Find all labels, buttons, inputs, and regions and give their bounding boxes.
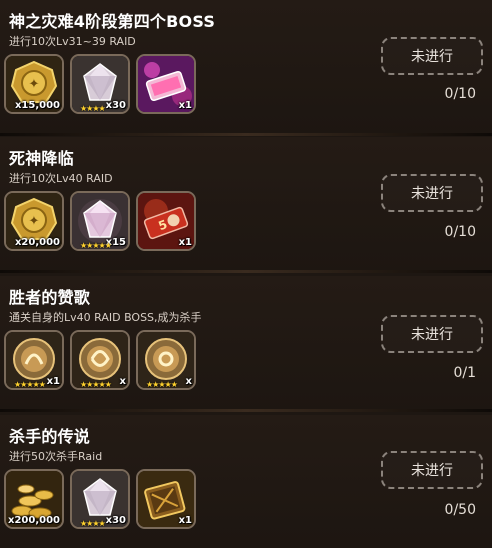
quest-description: 进行10次Lv31~39 RAID [9,35,136,48]
quest-progress: 0/1 [453,365,476,381]
reward-item[interactable]: 5 x1 [136,191,196,251]
reward-item[interactable]: x15 ★★★★★ [70,191,130,251]
reward-item[interactable]: x30 ★★★★ [70,54,130,114]
reward-stars: ★★★★★ [80,380,112,389]
reward-quantity: x1 [178,237,192,248]
reward-item[interactable]: x1 ★★★★★ [4,330,64,390]
svg-text:✦: ✦ [29,214,40,229]
quest-card: 死神降临 进行10次Lv40 RAID ✦ x20,000 x15 ★★★★★ … [0,137,492,273]
reward-item[interactable]: x ★★★★★ [70,330,130,390]
quest-progress: 0/50 [444,502,476,518]
reward-stars: ★★★★ [80,104,106,113]
reward-stars: ★★★★★ [80,241,112,250]
reward-quantity: x200,000 [8,515,60,526]
reward-item[interactable]: ✦ x15,000 [4,54,64,114]
quest-description: 进行50次杀手Raid [9,450,103,463]
not-started-button[interactable]: 未进行 [381,174,483,212]
svg-text:✦: ✦ [29,77,40,92]
quest-title: 胜者的赞歌 [9,288,91,307]
divider [0,270,492,273]
quest-description: 进行10次Lv40 RAID [9,172,113,185]
not-started-button[interactable]: 未进行 [381,451,483,489]
divider [0,409,492,412]
reward-quantity: x [185,376,192,387]
quest-title: 杀手的传说 [9,427,91,446]
reward-list: x200,000 x30 ★★★★ x1 [4,469,204,535]
reward-item[interactable]: x1 [136,469,196,529]
divider [0,133,492,136]
not-started-button[interactable]: 未进行 [381,315,483,353]
reward-quantity: x [119,376,126,387]
reward-quantity: x20,000 [14,237,60,248]
reward-quantity: x30 [105,100,126,111]
reward-stars: ★★★★★ [14,380,46,389]
reward-item[interactable]: x ★★★★★ [136,330,196,390]
reward-quantity: x1 [178,100,192,111]
reward-quantity: x15,000 [14,100,60,111]
reward-quantity: x30 [105,515,126,526]
reward-item[interactable]: ✦ x20,000 [4,191,64,251]
reward-stars: ★★★★★ [146,380,178,389]
reward-item[interactable]: x30 ★★★★ [70,469,130,529]
quest-title: 神之灾难4阶段第四个BOSS [9,12,216,31]
quest-description: 通关自身的Lv40 RAID BOSS,成为杀手 [9,311,202,324]
reward-quantity: x1 [178,515,192,526]
quest-progress: 0/10 [444,224,476,240]
quest-title: 死神降临 [9,149,74,168]
reward-item[interactable]: x200,000 [4,469,64,529]
reward-stars: ★★★★ [80,519,106,528]
not-started-button[interactable]: 未进行 [381,37,483,75]
quest-list: 神之灾难4阶段第四个BOSS 进行10次Lv31~39 RAID ✦ x15,0… [0,0,492,548]
quest-card: 胜者的赞歌 通关自身的Lv40 RAID BOSS,成为杀手 x1 ★★★★★ [0,276,492,412]
quest-progress: 0/10 [444,86,476,102]
reward-list: x1 ★★★★★ x ★★★★★ x ★★★★★ [4,330,204,396]
quest-card: 杀手的传说 进行50次杀手Raid x200,000 x30 ★★★★ x1 未… [0,415,492,548]
reward-list: ✦ x15,000 x30 ★★★★ x1 [4,54,204,120]
reward-quantity: x1 [46,376,60,387]
reward-list: ✦ x20,000 x15 ★★★★★ 5 x1 [4,191,204,257]
quest-card: 神之灾难4阶段第四个BOSS 进行10次Lv31~39 RAID ✦ x15,0… [0,0,492,136]
reward-item[interactable]: x1 [136,54,196,114]
